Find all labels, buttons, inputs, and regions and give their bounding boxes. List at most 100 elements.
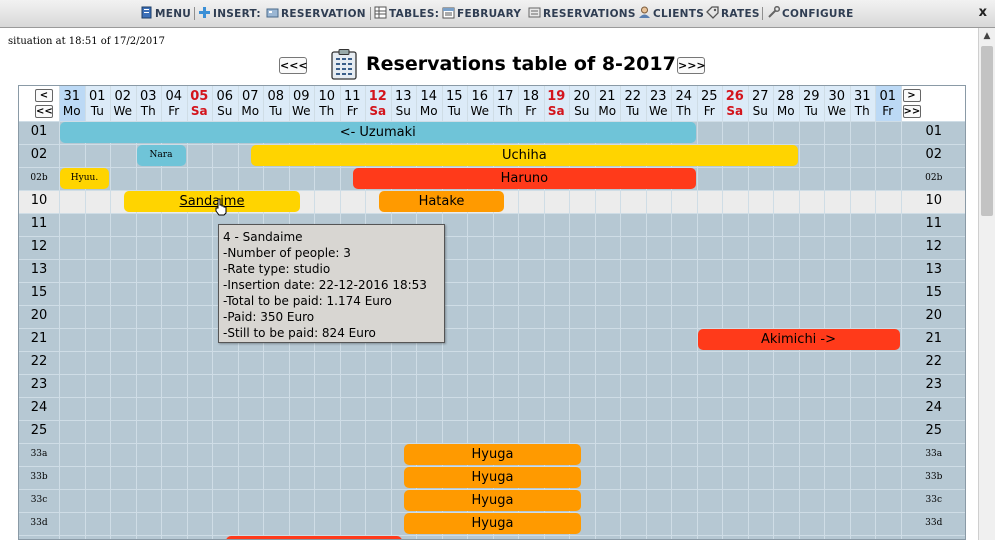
grid-line <box>212 86 213 539</box>
room-label-right: 20 <box>925 308 943 323</box>
clients-table-button[interactable]: CLIENTS <box>638 6 704 22</box>
day-number[interactable]: 20 <box>569 89 595 104</box>
day-number[interactable]: 25 <box>697 89 723 104</box>
day-number[interactable]: 04 <box>161 89 187 104</box>
reservation-bar[interactable]: Nara <box>136 145 186 166</box>
reservation-bar[interactable]: Hatake <box>378 191 505 212</box>
tables-menu[interactable]: TABLES: <box>374 6 439 22</box>
room-label-left: 10 <box>30 193 48 208</box>
day-weekday: We <box>291 104 311 118</box>
day-number[interactable]: 28 <box>773 89 799 104</box>
tooltip-line: -Paid: 350 Euro <box>223 310 315 324</box>
day-number[interactable]: 09 <box>289 89 315 104</box>
day-number[interactable]: 14 <box>416 89 442 104</box>
day-number[interactable]: 10 <box>314 89 340 104</box>
room-label-left: 33d <box>30 518 48 528</box>
room-label-left: 02 <box>30 147 48 162</box>
day-number[interactable]: 24 <box>671 89 697 104</box>
day-weekday: Mo <box>598 104 617 118</box>
day-weekday: Su <box>217 104 233 118</box>
previous-week-button[interactable]: << <box>35 105 53 118</box>
reservation-bar[interactable]: Hyuga <box>404 467 581 488</box>
day-number[interactable]: 12 <box>365 89 391 104</box>
day-weekday: Sa <box>190 104 208 118</box>
configure-button[interactable]: CONFIGURE <box>767 5 854 22</box>
day-number[interactable]: 23 <box>646 89 672 104</box>
day-weekday: Th <box>676 104 692 118</box>
day-weekday: Th <box>140 104 156 118</box>
reservation-bar[interactable]: <- Uzumaki <box>60 122 696 143</box>
day-number[interactable]: 31 <box>59 89 85 104</box>
rates-table-button[interactable]: RATES <box>706 6 760 22</box>
day-number[interactable]: 26 <box>722 89 748 104</box>
reservation-bar[interactable] <box>225 536 403 539</box>
menu-button[interactable]: MENU <box>140 6 191 22</box>
day-number[interactable]: 08 <box>263 89 289 104</box>
day-number[interactable]: 07 <box>238 89 264 104</box>
room-label-right: 25 <box>925 423 943 438</box>
reservation-bar[interactable]: Uchiha <box>251 145 798 166</box>
previous-day-button[interactable]: < <box>35 89 53 102</box>
insert-label: INSERT: <box>213 8 261 20</box>
previous-month-button[interactable]: <<< <box>279 57 308 74</box>
day-number[interactable]: 11 <box>340 89 366 104</box>
room-label-left: 15 <box>30 285 48 300</box>
day-weekday: Tu <box>269 104 283 118</box>
day-number[interactable]: 16 <box>467 89 493 104</box>
day-number[interactable]: 03 <box>136 89 162 104</box>
day-number[interactable]: 13 <box>391 89 417 104</box>
february-table-button[interactable]: FEBRUARY <box>442 6 521 22</box>
day-number[interactable]: 22 <box>620 89 646 104</box>
grid-line <box>19 420 965 421</box>
reservation-bar[interactable]: Hyuga <box>404 513 581 534</box>
reservation-bar[interactable]: Hyuga <box>404 444 581 465</box>
reservation-bar[interactable]: Hyuu. <box>60 168 109 189</box>
next-month-button[interactable]: >>> <box>677 57 706 74</box>
insert-menu[interactable]: INSERT: <box>198 6 261 22</box>
day-weekday: Su <box>574 104 590 118</box>
reservation-bar[interactable]: Akimichi -> <box>697 329 900 350</box>
day-number[interactable]: 01 <box>875 89 901 104</box>
reservations-table-button[interactable]: RESERVATIONS <box>528 6 636 22</box>
reservations-table: 31 Mo 01 Tu 02 We 03 Th 04 Fr 05 Sa 06 Su 07 Mo 08 Tu 09 We… <box>18 85 966 540</box>
reservation-icon <box>266 6 279 19</box>
day-weekday: Mo <box>776 104 795 118</box>
day-number[interactable]: 18 <box>518 89 544 104</box>
room-label-right: 33d <box>925 518 943 528</box>
day-weekday: Mo <box>241 104 260 118</box>
grid-line <box>19 535 965 536</box>
reservation-insert-button[interactable]: RESERVATION <box>266 6 366 22</box>
day-number[interactable]: 27 <box>748 89 774 104</box>
day-number[interactable]: 29 <box>799 89 825 104</box>
grid-line <box>824 86 825 539</box>
day-number[interactable]: 02 <box>110 89 136 104</box>
room-label-right: 33c <box>925 495 943 505</box>
table-icon <box>374 6 387 19</box>
reservation-label: RESERVATION <box>281 8 366 20</box>
reservation-bar[interactable]: Haruno <box>353 168 696 189</box>
day-number[interactable]: 31 <box>850 89 876 104</box>
next-day-button[interactable]: > <box>902 89 921 102</box>
day-weekday: Fr <box>882 104 894 118</box>
reservation-bar[interactable]: Hyuga <box>404 490 581 511</box>
vertical-scrollbar[interactable]: ▲ <box>978 28 995 540</box>
grid-line <box>19 213 965 214</box>
day-number[interactable]: 15 <box>442 89 468 104</box>
day-number[interactable]: 05 <box>187 89 213 104</box>
day-number[interactable]: 01 <box>85 89 111 104</box>
scrollbar-thumb[interactable] <box>981 46 993 216</box>
day-weekday: Tu <box>804 104 818 118</box>
close-button[interactable]: x <box>979 5 987 20</box>
day-number[interactable]: 30 <box>824 89 850 104</box>
day-weekday: Mo <box>62 104 81 118</box>
day-number[interactable]: 06 <box>212 89 238 104</box>
day-number[interactable]: 17 <box>493 89 519 104</box>
scroll-up-arrow-icon[interactable]: ▲ <box>979 28 995 44</box>
day-number[interactable]: 21 <box>595 89 621 104</box>
next-week-button[interactable]: >> <box>902 105 921 118</box>
reservation-bar[interactable]: Sandaime <box>123 191 301 212</box>
day-number[interactable]: 19 <box>544 89 570 104</box>
day-weekday: Sa <box>726 104 744 118</box>
grid-line <box>186 86 188 539</box>
menu-separator <box>762 7 763 20</box>
